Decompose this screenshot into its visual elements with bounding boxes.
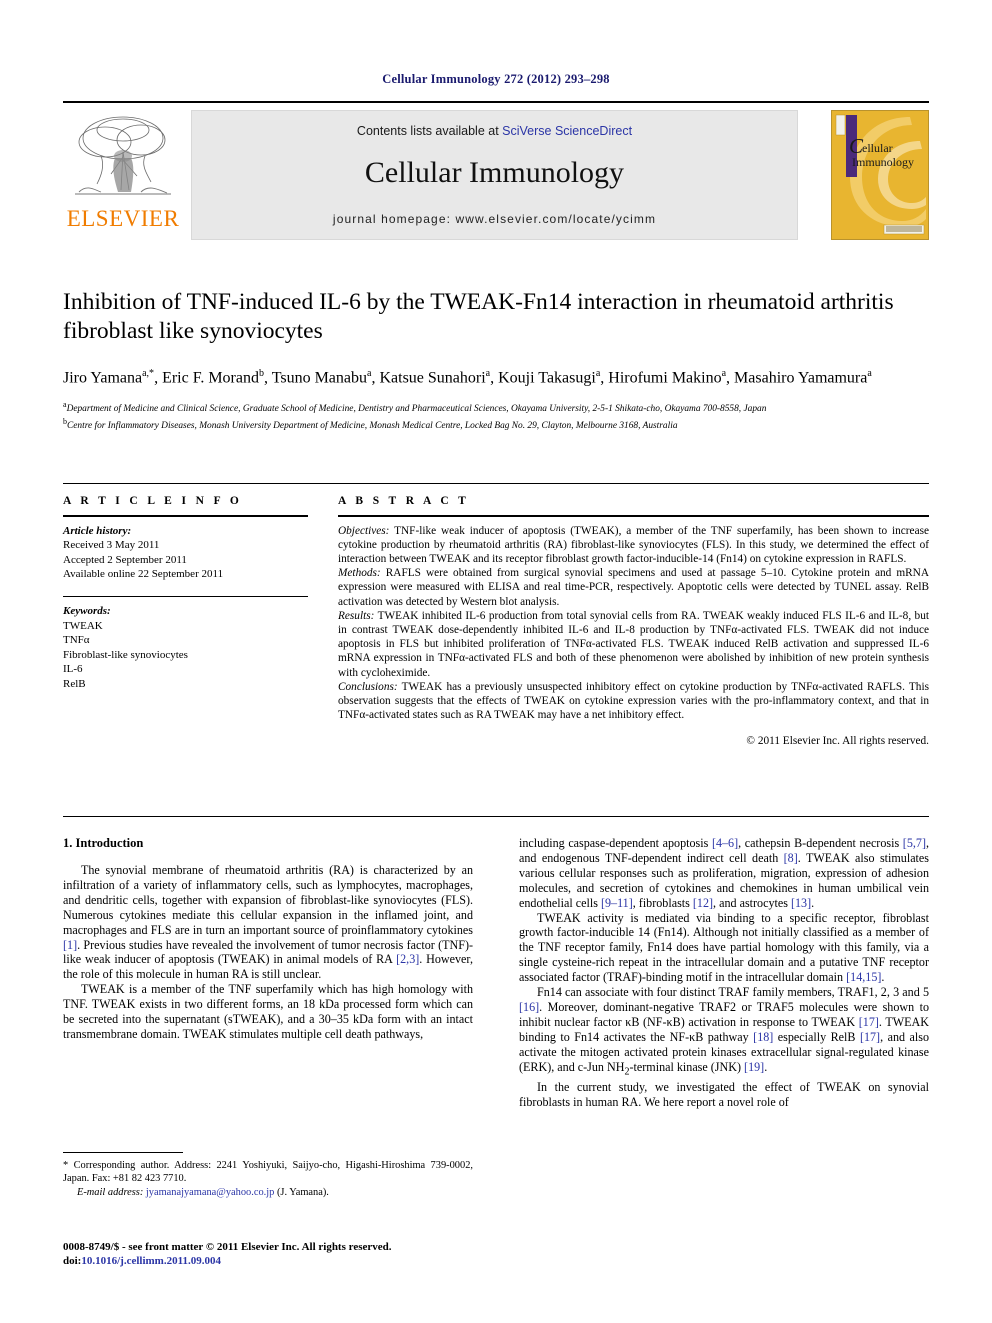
keyword-item: RelB [63, 677, 86, 690]
abstract-conclusions: Conclusions: TWEAK has a previously unsu… [338, 680, 929, 723]
abstract-methods: Methods: RAFLS were obtained from surgic… [338, 566, 929, 609]
article-history-label: Article history: [63, 524, 132, 537]
affiliations: aDepartment of Medicine and Clinical Sci… [63, 399, 929, 432]
svg-text:Immunology: Immunology [852, 155, 914, 169]
history-accepted: Accepted 2 September 2011 [63, 553, 187, 566]
running-head: Cellular Immunology 272 (2012) 293–298 [382, 72, 610, 86]
keywords-label: Keywords: [63, 605, 111, 618]
journal-cover-svg: C ellular Immunology [832, 111, 928, 239]
journal-title: Cellular Immunology [364, 156, 625, 189]
elsevier-wordmark: ELSEVIER [66, 206, 180, 231]
body-paragraph: TWEAK is a member of the TNF superfamily… [63, 982, 473, 1041]
body-top-rule [63, 816, 929, 817]
footnote-rule [63, 1152, 183, 1153]
abstract-conclusions-text: TWEAK has a previously unsuspected inhib… [338, 680, 929, 722]
abstract-results-label: Results: [338, 609, 375, 622]
email-label: E-mail address: [77, 1186, 144, 1198]
imprint-block: 0008-8749/$ - see front matter © 2011 El… [63, 1240, 493, 1268]
body-column-left: 1. Introduction The synovial membrane of… [63, 836, 473, 1042]
abstract-objectives: Objectives: TNF-like weak inducer of apo… [338, 524, 929, 567]
corresponding-author-email-line: E-mail address: jyamanajyamana@yahoo.co.… [63, 1186, 473, 1199]
abstract-copyright: © 2011 Elsevier Inc. All rights reserved… [746, 735, 929, 748]
info-top-rule [63, 483, 929, 484]
affiliation-a: aDepartment of Medicine and Clinical Sci… [63, 400, 767, 415]
abstract-rule [338, 515, 929, 517]
author-list: Jiro Yamanaa,*, Eric F. Morandb, Tsuno M… [63, 368, 872, 387]
abstract-methods-label: Methods: [338, 567, 381, 580]
keyword-item: IL-6 [63, 663, 83, 676]
elsevier-tree-icon [71, 112, 175, 204]
abstract-objectives-label: Objectives: [338, 524, 390, 537]
section-title-introduction: 1. Introduction [63, 836, 144, 850]
body-paragraph: In the current study, we investigated th… [519, 1079, 929, 1109]
body-paragraph: including caspase-dependent apoptosis [4… [519, 836, 929, 910]
email-suffix: (J. Yamana). [276, 1186, 329, 1198]
keyword-item: Fibroblast-like synoviocytes [63, 648, 188, 661]
keyword-item: TNFα [63, 634, 90, 647]
body-paragraph: Fn14 can associate with four distinct TR… [519, 985, 929, 1077]
body-paragraph: The synovial membrane of rheumatoid arth… [63, 863, 473, 982]
page-title: Inhibition of TNF-induced IL-6 by the TW… [63, 289, 894, 344]
abstract-column: A B S T R A C T Objectives: TNF-like wea… [338, 495, 929, 747]
journal-cover-thumbnail: C ellular Immunology [831, 110, 929, 240]
doi-label: doi: [63, 1255, 82, 1267]
abstract-results-text: TWEAK inhibited IL-6 production from tot… [338, 609, 929, 679]
abstract-conclusions-label: Conclusions: [338, 680, 398, 693]
article-info-column: A R T I C L E I N F O Article history: R… [63, 495, 308, 691]
paper-page: Cellular Immunology 272 (2012) 293–298 E… [0, 0, 992, 1323]
abstract-heading: A B S T R A C T [338, 495, 470, 507]
keyword-item: TWEAK [63, 619, 103, 632]
masthead-top-rule [63, 101, 929, 103]
body-column-right: including caspase-dependent apoptosis [4… [519, 836, 929, 1110]
journal-masthead: ELSEVIER Contents lists available at Sci… [63, 101, 929, 241]
article-info-rule [63, 515, 308, 517]
corresponding-author-footnote: * Corresponding author. Address: 2241 Yo… [63, 1152, 473, 1199]
journal-homepage-link[interactable]: journal homepage: www.elsevier.com/locat… [192, 212, 797, 226]
elsevier-tree-svg [75, 116, 171, 195]
contents-prefix: Contents lists available at [356, 124, 503, 138]
affiliation-b: bCentre for Inflammatory Diseases, Monas… [63, 416, 678, 432]
article-info-heading: A R T I C L E I N F O [63, 495, 243, 507]
sciencedirect-link[interactable]: SciVerse ScienceDirect [502, 124, 632, 138]
corresponding-author-text: * Corresponding author. Address: 2241 Yo… [63, 1160, 473, 1185]
email-link[interactable]: jyamanajyamana@yahoo.co.jp [146, 1187, 274, 1198]
contents-available-line: Contents lists available at SciVerse Sci… [192, 124, 797, 138]
svg-text:ellular: ellular [862, 141, 893, 155]
doi-line: doi:10.1016/j.cellimm.2011.09.004 [63, 1254, 493, 1268]
journal-banner: Contents lists available at SciVerse Sci… [191, 110, 798, 240]
abstract-methods-text: RAFLS were obtained from surgical synovi… [338, 567, 929, 608]
keywords-rule [63, 595, 308, 598]
body-paragraph: TWEAK activity is mediated via binding t… [519, 910, 929, 985]
abstract-objectives-text: TNF-like weak inducer of apoptosis (TWEA… [338, 524, 929, 565]
history-received: Received 3 May 2011 [63, 539, 160, 552]
abstract-results: Results: TWEAK inhibited IL-6 production… [338, 609, 929, 680]
doi-link[interactable]: 10.1016/j.cellimm.2011.09.004 [81, 1255, 221, 1267]
title-block: Inhibition of TNF-induced IL-6 by the TW… [63, 288, 929, 433]
elsevier-logo: ELSEVIER [63, 110, 183, 238]
history-available-online: Available online 22 September 2011 [63, 568, 224, 581]
issn-copyright-line: 0008-8749/$ - see front matter © 2011 El… [63, 1241, 392, 1253]
